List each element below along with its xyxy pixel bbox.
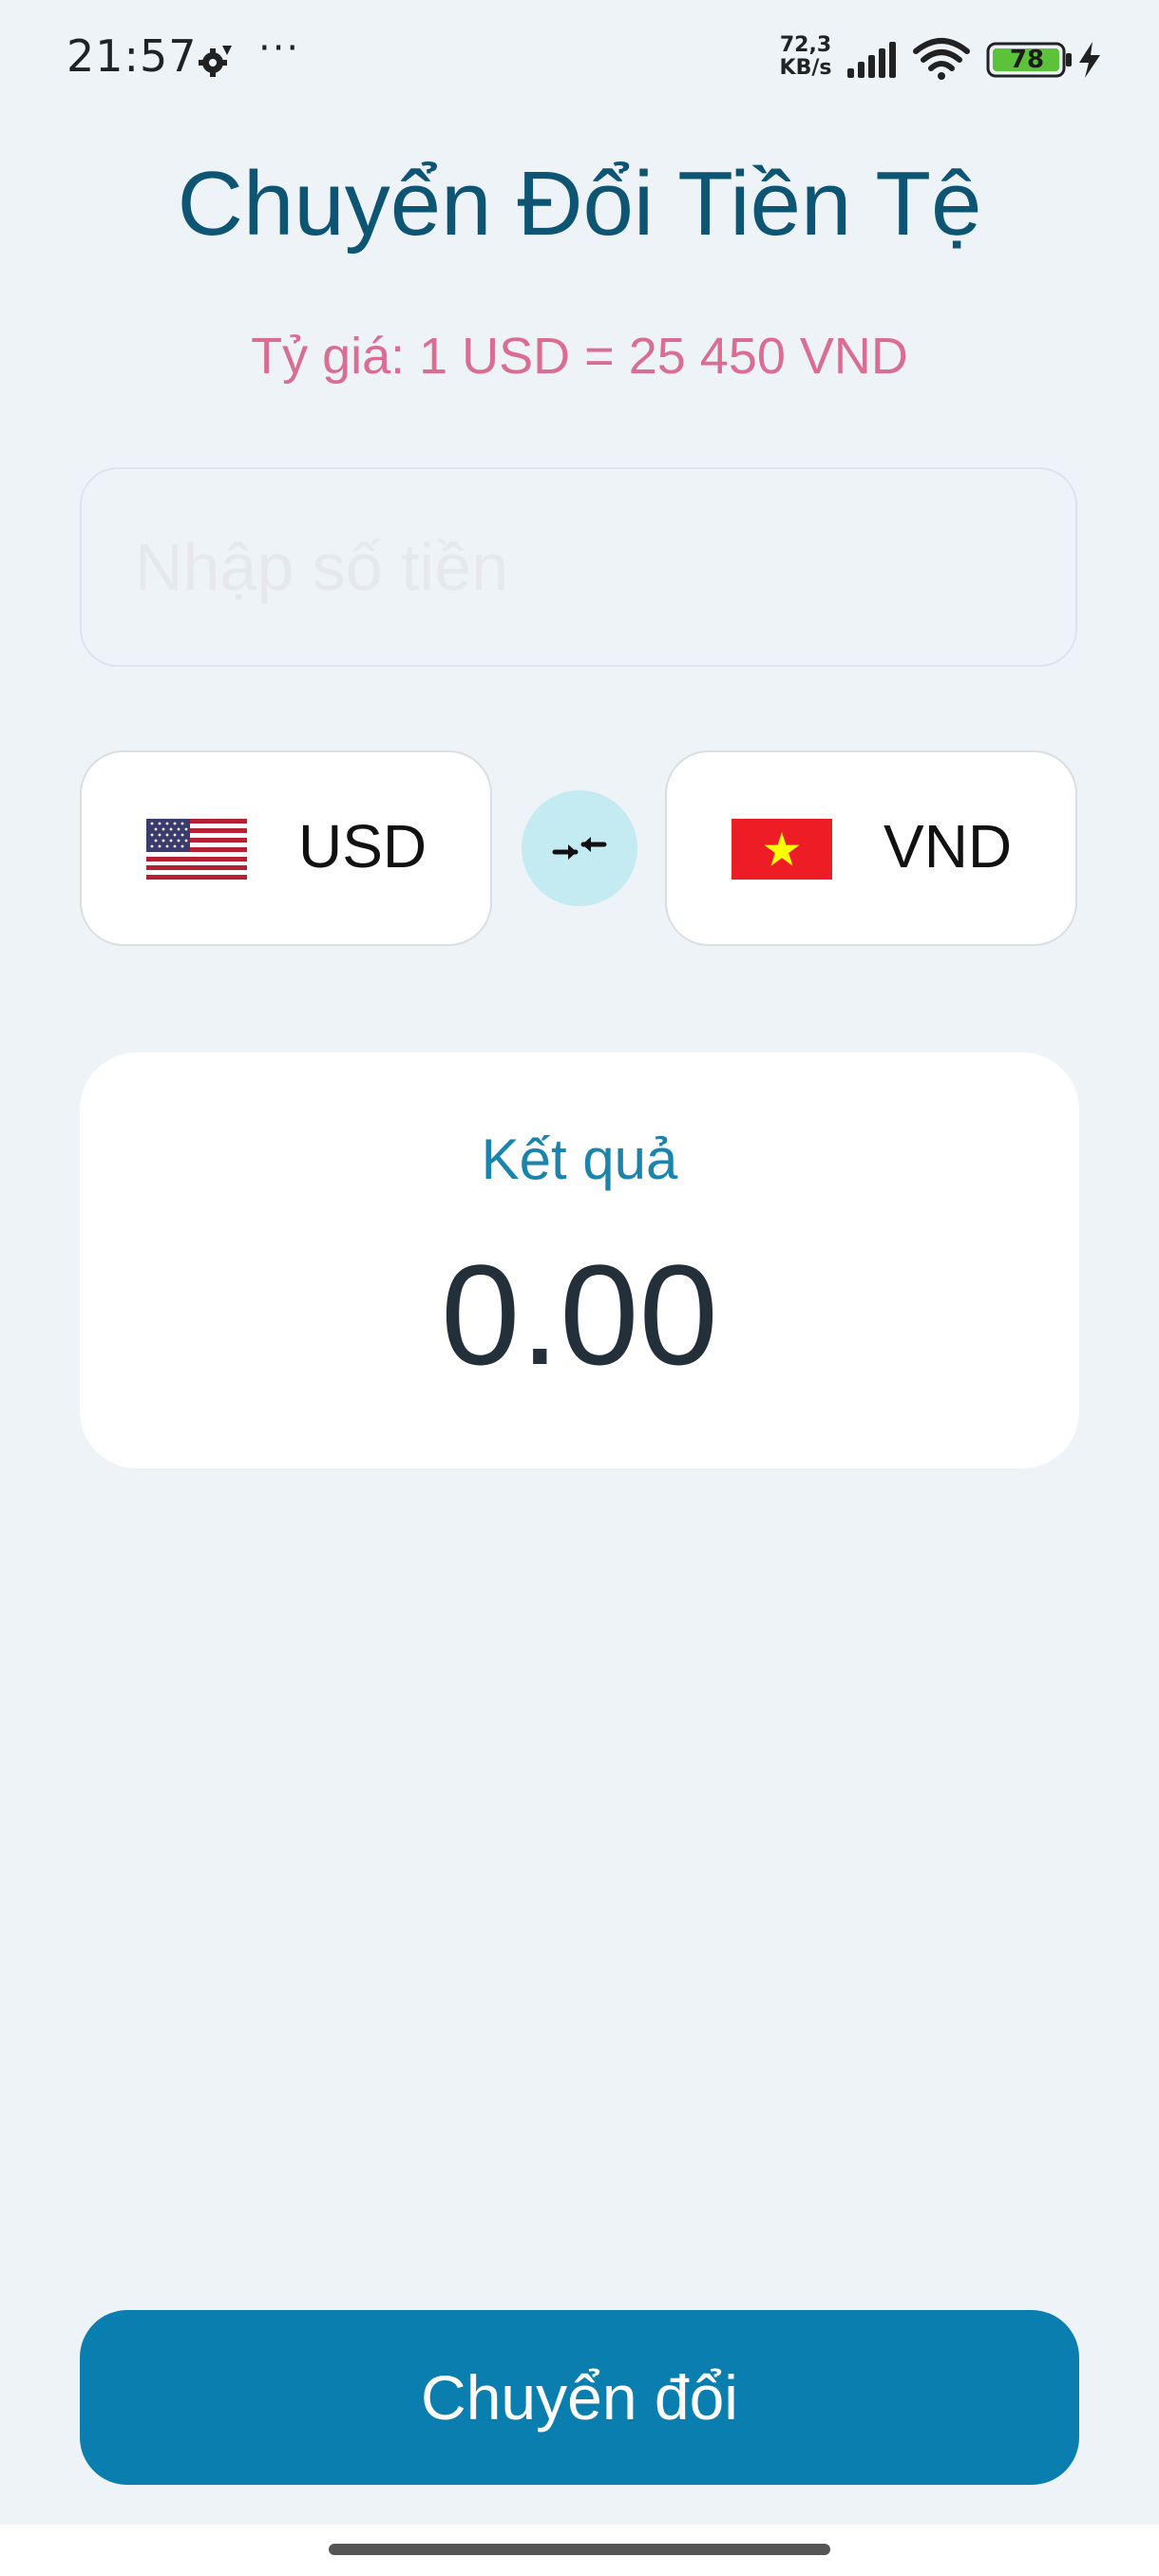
signal-icon <box>847 42 896 78</box>
home-indicator[interactable] <box>329 2544 830 2555</box>
to-currency-selector[interactable]: VND <box>665 750 1077 946</box>
wifi-icon <box>913 38 970 80</box>
network-speed-unit: KB/s <box>779 56 832 80</box>
network-speed-value: 72,3 <box>779 33 832 57</box>
battery-level: 78 <box>1009 46 1045 74</box>
to-currency-code: VND <box>884 812 1013 881</box>
vietnam-flag-icon <box>732 819 832 880</box>
more-dots-icon: ··· <box>258 27 301 70</box>
from-currency-selector[interactable]: USD <box>80 750 492 946</box>
exchange-rate-text: Tỷ giá: 1 USD = 25 450 VND <box>251 328 908 385</box>
status-time: 21:57 <box>66 30 198 82</box>
result-card: Kết quả 0.00 <box>80 1052 1079 1468</box>
status-bar: 21:57 ··· 72,3 KB/s 78 <box>0 0 1159 114</box>
charging-bolt-icon <box>1079 42 1100 78</box>
convert-button[interactable]: Chuyển đổi <box>80 2310 1079 2485</box>
us-flag-icon <box>146 819 247 880</box>
swap-currencies-button[interactable] <box>522 790 637 906</box>
settings-gear-icon <box>199 46 232 77</box>
swap-arrows-icon <box>552 837 607 860</box>
amount-input[interactable] <box>80 467 1077 667</box>
from-currency-code: USD <box>298 812 428 881</box>
page-title: Chuyển Đổi Tiền Tệ <box>177 153 982 255</box>
result-label: Kết quả <box>481 1127 678 1191</box>
result-value: 0.00 <box>441 1235 718 1394</box>
network-speed: 72,3 KB/s <box>777 34 834 80</box>
